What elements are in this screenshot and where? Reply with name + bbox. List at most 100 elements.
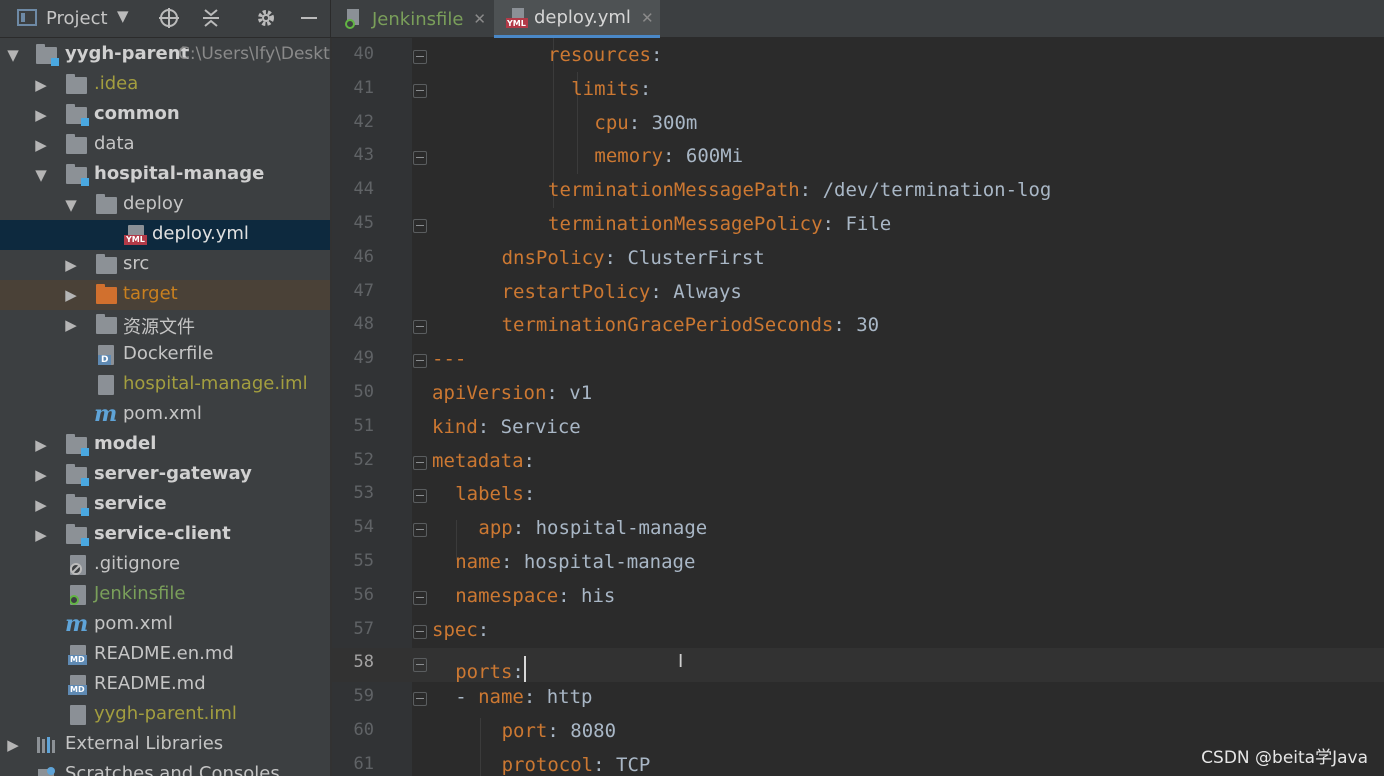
- code-editor[interactable]: 40 resources: 41 limits: 42 cpu: 300m 43 memory…: [332, 38, 1384, 776]
- tree-item-root-pom-xml[interactable]: m pom.xml: [0, 610, 330, 640]
- chevron-down-icon[interactable]: ▼: [34, 166, 48, 184]
- code-line[interactable]: 45 terminationMessagePolicy: File: [332, 209, 1384, 243]
- code-line[interactable]: 56 namespace: his: [332, 581, 1384, 615]
- code-line[interactable]: 55 name: hospital-manage: [332, 547, 1384, 581]
- code-line[interactable]: 47 restartPolicy: Always: [332, 277, 1384, 311]
- code-line[interactable]: 58 ports:: [332, 648, 1384, 683]
- fold-marker-icon[interactable]: [413, 50, 427, 64]
- fold-marker-icon[interactable]: [413, 590, 427, 605]
- chevron-right-icon[interactable]: ▶: [34, 136, 48, 154]
- tree-item-readme[interactable]: MD README.md: [0, 670, 330, 700]
- code-line[interactable]: 40 resources:: [332, 40, 1384, 74]
- tree-item-dockerfile[interactable]: D Dockerfile: [0, 340, 330, 370]
- code-line[interactable]: 57 spec:: [332, 615, 1384, 649]
- tree-item-deploy-yml[interactable]: YML deploy.yml: [0, 220, 330, 250]
- fold-marker-icon[interactable]: [413, 455, 427, 470]
- tree-item-service[interactable]: ▶ service: [0, 490, 330, 520]
- tab-deploy-yml[interactable]: YML deploy.yml ✕: [494, 0, 660, 38]
- tree-item-external-libraries[interactable]: ▶ External Libraries: [0, 730, 330, 760]
- yaml-key: protocol: [501, 753, 594, 776]
- dropdown-caret-icon[interactable]: ▼: [117, 7, 129, 25]
- tree-item-service-client[interactable]: ▶ service-client: [0, 520, 330, 550]
- tree-item-readme-en[interactable]: MD README.en.md: [0, 640, 330, 670]
- maven-icon: m: [94, 401, 118, 427]
- tree-item-gitignore[interactable]: .gitignore: [0, 550, 330, 580]
- tree-item-data[interactable]: ▶ data: [0, 130, 330, 160]
- minimize-icon[interactable]: [296, 5, 322, 31]
- close-icon[interactable]: ✕: [473, 10, 486, 28]
- code-line[interactable]: 49 ---: [332, 344, 1384, 378]
- fold-marker-icon[interactable]: [413, 692, 427, 707]
- code-line[interactable]: 43 memory: 600Mi: [332, 141, 1384, 175]
- fold-marker-icon[interactable]: [413, 83, 427, 98]
- tree-item-server-gateway[interactable]: ▶ server-gateway: [0, 460, 330, 490]
- chevron-right-icon[interactable]: ▶: [6, 736, 20, 754]
- fold-marker-icon[interactable]: [413, 658, 427, 673]
- tree-item-model[interactable]: ▶ model: [0, 430, 330, 460]
- close-icon[interactable]: ✕: [641, 9, 654, 27]
- tree-item-common[interactable]: ▶ common: [0, 100, 330, 130]
- chevron-down-icon[interactable]: ▼: [6, 46, 20, 64]
- chevron-right-icon[interactable]: ▶: [34, 106, 48, 124]
- code-text: metadata:: [432, 450, 535, 472]
- iml-file-icon: [98, 375, 114, 395]
- yaml-key: apiVersion: [432, 382, 547, 404]
- module-folder-icon: [66, 524, 89, 546]
- tree-item-target[interactable]: ▶ target: [0, 280, 330, 310]
- chevron-right-icon[interactable]: ▶: [34, 526, 48, 544]
- project-view-icon[interactable]: [17, 9, 37, 26]
- chevron-right-icon[interactable]: ▶: [34, 76, 48, 94]
- chevron-right-icon[interactable]: ▶: [34, 496, 48, 514]
- gear-icon[interactable]: [253, 5, 279, 31]
- code-line[interactable]: 59 - name: http: [332, 682, 1384, 716]
- code-text: labels:: [455, 483, 535, 505]
- tab-jenkinsfile[interactable]: Jenkinsfile ✕: [334, 0, 492, 38]
- code-line[interactable]: 53 labels:: [332, 479, 1384, 513]
- chevron-right-icon[interactable]: ▶: [64, 256, 78, 274]
- code-line[interactable]: 41 limits:: [332, 74, 1384, 108]
- code-line[interactable]: 44 terminationMessagePath: /dev/terminati…: [332, 175, 1384, 209]
- fold-marker-icon[interactable]: [413, 523, 427, 538]
- code-line[interactable]: 51 kind: Service: [332, 412, 1384, 446]
- fold-marker-icon[interactable]: [413, 320, 427, 335]
- code-line[interactable]: 52 metadata:: [332, 446, 1384, 480]
- fold-marker-icon[interactable]: [413, 624, 427, 639]
- code-line[interactable]: 42 cpu: 300m: [332, 108, 1384, 142]
- tree-item-label: service-client: [94, 523, 231, 544]
- code-line[interactable]: 50 apiVersion: v1: [332, 378, 1384, 412]
- tree-item-pom-xml[interactable]: m pom.xml: [0, 400, 330, 430]
- tree-item-resources-cn[interactable]: ▶ 资源文件: [0, 310, 330, 340]
- chevron-right-icon[interactable]: ▶: [34, 436, 48, 454]
- tree-item-deploy[interactable]: ▼ deploy: [0, 190, 330, 220]
- collapse-all-icon[interactable]: [198, 5, 224, 31]
- fold-marker-icon[interactable]: [413, 354, 427, 369]
- gitignore-file-icon: [70, 555, 86, 575]
- code-line[interactable]: 48 terminationGracePeriodSeconds: 30: [332, 310, 1384, 344]
- yaml-value: Service: [500, 415, 581, 438]
- line-number: 50: [353, 382, 374, 402]
- tree-item-scratches[interactable]: Scratches and Consoles: [0, 760, 330, 776]
- yaml-key: name: [478, 686, 524, 709]
- tree-item-label: Dockerfile: [123, 343, 214, 364]
- code-line[interactable]: 46 dnsPolicy: ClusterFirst: [332, 243, 1384, 277]
- fold-marker-icon[interactable]: [413, 219, 427, 233]
- chevron-right-icon[interactable]: ▶: [64, 316, 78, 334]
- chevron-down-icon[interactable]: ▼: [64, 196, 78, 214]
- fold-marker-icon[interactable]: [413, 489, 427, 504]
- tree-item-idea[interactable]: ▶ .idea: [0, 70, 330, 100]
- tree-item-root[interactable]: ▼ yygh-parent C:\Users\lfy\Deskto: [0, 40, 330, 70]
- libraries-icon: [36, 735, 58, 755]
- tree-item-src[interactable]: ▶ src: [0, 250, 330, 280]
- line-number: 56: [353, 584, 374, 605]
- tree-item-hospital-manage-iml[interactable]: hospital-manage.iml: [0, 370, 330, 400]
- crosshair-icon[interactable]: [156, 5, 182, 31]
- chevron-right-icon[interactable]: ▶: [64, 286, 78, 304]
- tree-item-jenkinsfile[interactable]: Jenkinsfile: [0, 580, 330, 610]
- tree-item-label: .gitignore: [94, 553, 181, 574]
- project-view-selector[interactable]: Project: [46, 8, 108, 29]
- tree-item-yygh-parent-iml[interactable]: yygh-parent.iml: [0, 700, 330, 730]
- tree-item-hospital-manage[interactable]: ▼ hospital-manage: [0, 160, 330, 190]
- fold-marker-icon[interactable]: [413, 151, 427, 166]
- code-line[interactable]: 54 app: hospital-manage: [332, 513, 1384, 547]
- chevron-right-icon[interactable]: ▶: [34, 466, 48, 484]
